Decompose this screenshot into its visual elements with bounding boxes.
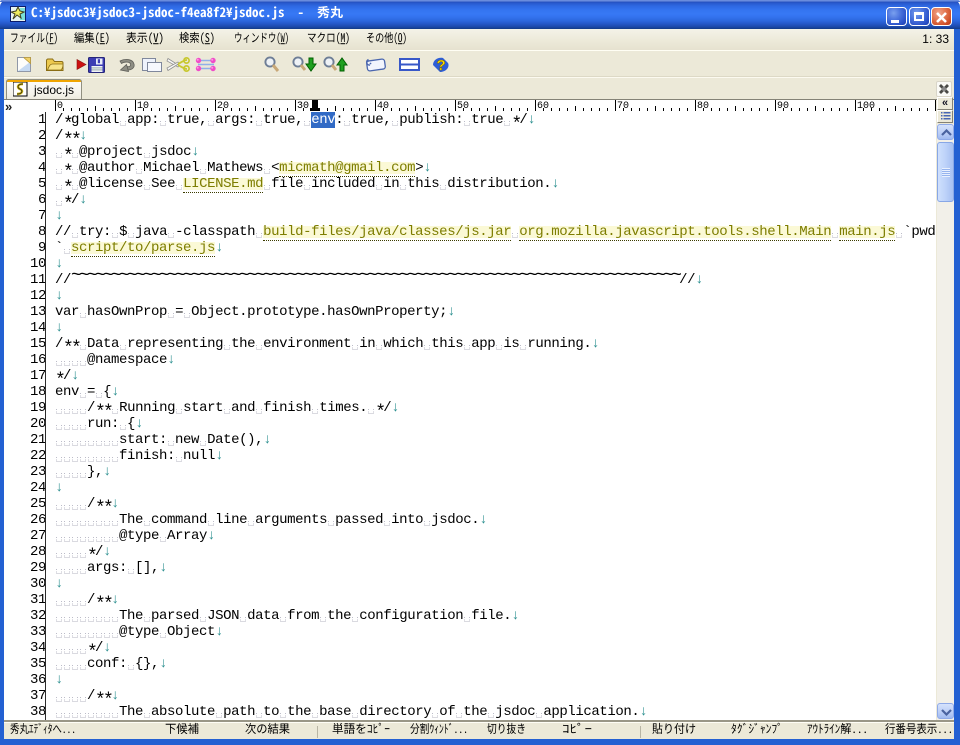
svg-text:0: 0 [57,101,63,112]
svg-text:100: 100 [857,101,875,112]
svg-text:?: ? [437,57,446,73]
